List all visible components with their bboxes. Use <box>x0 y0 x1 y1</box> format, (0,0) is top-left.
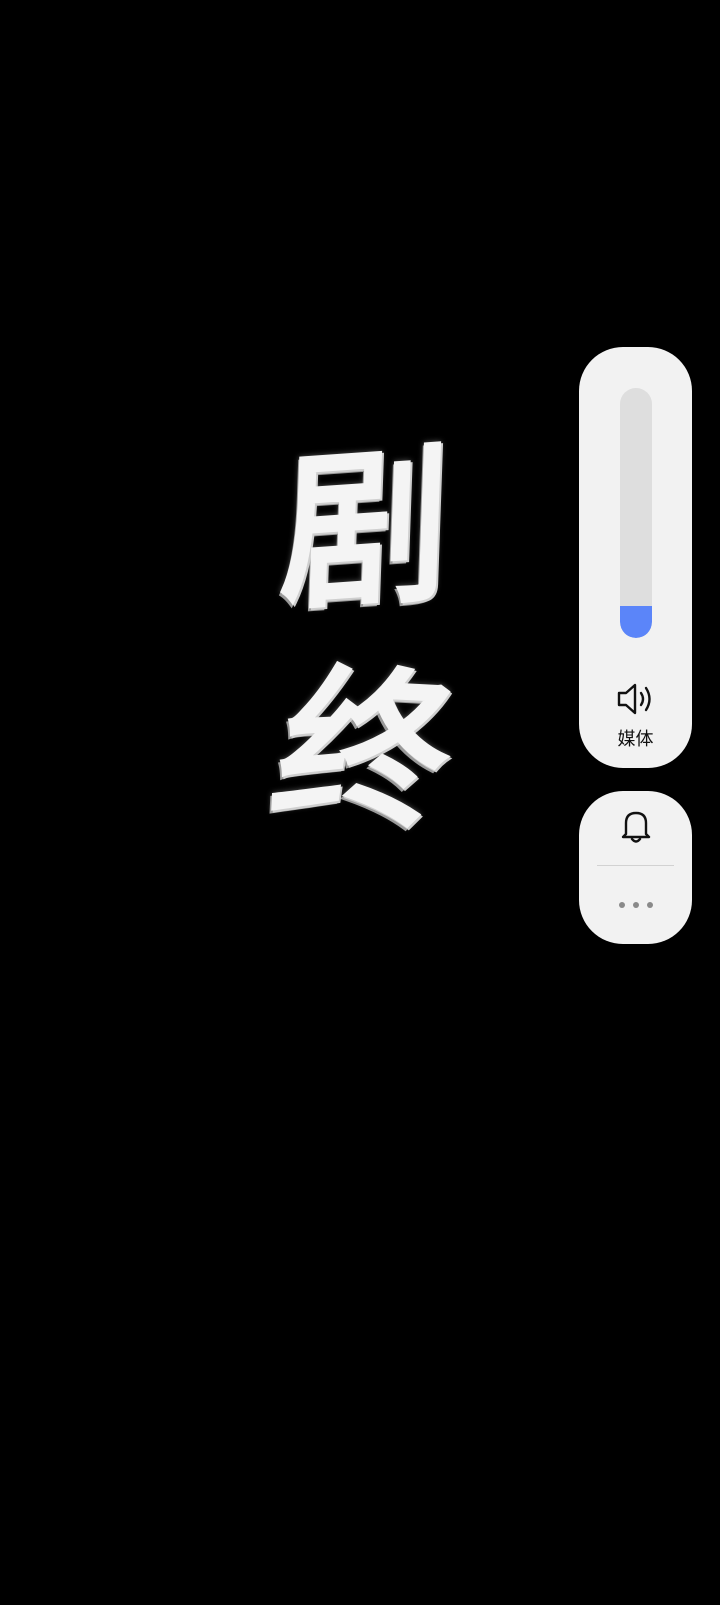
ending-char-ju: 剧 <box>276 423 454 637</box>
speaker-icon[interactable] <box>616 681 656 717</box>
ending-char-zhong: 终 <box>257 646 473 854</box>
ringer-mode-button[interactable] <box>579 791 692 865</box>
media-stream-label: 媒体 <box>617 729 654 750</box>
more-options-button[interactable] <box>579 866 692 944</box>
volume-panel: 媒体 <box>579 347 692 768</box>
media-volume-slider[interactable] <box>620 388 652 638</box>
ringer-panel <box>579 791 692 944</box>
bell-icon <box>619 807 653 849</box>
volume-level-fill <box>620 605 652 638</box>
ending-title-calligraphy: 剧 终 <box>257 424 472 854</box>
video-player-screen: 剧 终 媒体 <box>0 0 720 1605</box>
more-horizontal-icon <box>615 902 657 908</box>
